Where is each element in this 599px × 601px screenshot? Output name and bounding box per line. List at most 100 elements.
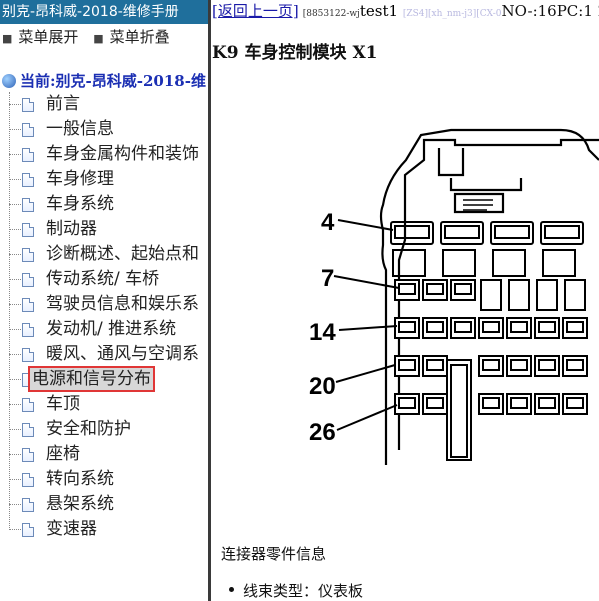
manual-title: 别克-昂科威-2018-维修手册 [0, 0, 208, 24]
tree-branch [9, 429, 21, 430]
toc-item[interactable]: 电源和信号分布 [0, 366, 208, 392]
toc-item-label: 转向系统 [46, 469, 114, 489]
top-row-terminals [390, 221, 584, 245]
toc-item-label: 车身修理 [46, 169, 114, 189]
toc-item[interactable]: 传动系统/ 车桥 [0, 267, 208, 292]
tree-branch [9, 529, 21, 530]
toc-item-label: 安全和防护 [46, 419, 131, 439]
toc-item[interactable]: 座椅 [0, 442, 208, 467]
document-icon [22, 523, 34, 537]
document-icon [22, 123, 34, 137]
document-icon [22, 398, 34, 412]
toc-item-label: 传动系统/ 车桥 [46, 269, 160, 289]
tree-branch [9, 279, 21, 280]
tree-branch [9, 204, 21, 205]
document-icon [22, 473, 34, 487]
toc-item[interactable]: 车顶 [0, 392, 208, 417]
content-header: [返回上一页] [8853122-wjtest1 [ZS4][xh_nm-j3][… [211, 0, 599, 22]
tree-branch [9, 329, 21, 330]
toc-items: 前言 一般信息 车身金属构件和装饰 车身修理车身系统制动器 诊断概述、起始点和 传动系统/… [0, 92, 208, 542]
toc-item-label: 车顶 [46, 394, 80, 414]
pin-leader-lines [333, 219, 400, 431]
toc-item[interactable]: 车身系统 [0, 192, 208, 217]
document-icon [22, 448, 34, 462]
tree-branch [9, 154, 21, 155]
document-icon [22, 348, 34, 362]
keying-marks [463, 199, 493, 211]
collapse-square-icon: ■ [93, 32, 104, 45]
toc-item-label: 悬架系统 [46, 494, 114, 514]
toc-item-label: 发动机/ 推进系统 [46, 319, 177, 339]
toc-item[interactable]: 暖风、通风与空调系 [0, 342, 208, 367]
toc-item[interactable]: 转向系统 [0, 467, 208, 492]
terminal-cavity [480, 279, 502, 311]
connector-info-title: 连接器零件信息 [221, 545, 327, 563]
document-icon [22, 273, 34, 287]
terminal-cavity [536, 279, 558, 311]
toc-item[interactable]: 制动器 [0, 217, 208, 242]
toc-item[interactable]: 悬架系统 [0, 492, 208, 517]
tree-branch [9, 504, 21, 505]
document-icon [22, 198, 34, 212]
toc-item-label: 电源和信号分布 [28, 366, 155, 392]
expand-square-icon: ■ [2, 32, 13, 45]
tree-branch [9, 479, 21, 480]
pin-label-26: 26 [309, 419, 336, 446]
content-pane: [返回上一页] [8853122-wjtest1 [ZS4][xh_nm-j3][… [211, 0, 599, 601]
doc-code: [8853122-wj [302, 9, 360, 19]
terminal-cavity [508, 279, 530, 311]
document-icon [22, 98, 34, 112]
back-link[interactable]: [返回上一页] [212, 2, 299, 20]
pin-label-14: 14 [309, 319, 336, 346]
toc-item[interactable]: 前言 [0, 92, 208, 117]
toc-item[interactable]: 变速器 [0, 517, 208, 542]
toc-item-label: 暖风、通风与空调系 [46, 344, 199, 364]
menu-controls: ■ 菜单展开 ■ 菜单折叠 [0, 24, 208, 50]
pin-label-4: 4 [321, 209, 335, 236]
toc-item[interactable]: 一般信息 [0, 117, 208, 142]
page-title: K9 车身控制模块 X1 [212, 43, 378, 63]
document-icon [22, 248, 34, 262]
toc-tree: 当前:别克-昂科威-2018-维 前言 一般信息 车身金属构件和装饰 车身修理车身系统… [0, 70, 208, 542]
document-icon [22, 423, 34, 437]
pin-number-labels: 4 7 14 20 26 [309, 209, 336, 446]
toc-item[interactable]: 发动机/ 推进系统 [0, 317, 208, 342]
tree-branch [9, 254, 21, 255]
menu-expand-button[interactable]: 菜单展开 [18, 28, 78, 46]
document-icon [22, 498, 34, 512]
toc-item-label: 座椅 [46, 444, 80, 464]
toc-item-label: 车身系统 [46, 194, 114, 214]
connector-diagram: 4 7 14 20 26 [309, 128, 599, 465]
tree-branch [9, 404, 21, 405]
tree-branch [9, 354, 21, 355]
pin-label-7: 7 [321, 265, 334, 292]
current-node-label: 当前:别克-昂科威-2018-维 [20, 72, 206, 90]
toc-item-label: 车身金属构件和装饰 [46, 144, 199, 164]
document-icon [22, 148, 34, 162]
terminal-cavity [564, 279, 586, 311]
doc-number: NO-:16PC:1 2016 [501, 2, 599, 20]
harness-type-item: 线束类型：仪表板 [228, 582, 364, 600]
toc-item[interactable]: 诊断概述、起始点和 [0, 242, 208, 267]
toc-item[interactable]: 车身金属构件和装饰 [0, 142, 208, 167]
tree-branch [9, 454, 21, 455]
toc-item[interactable]: 驾驶员信息和娱乐系 [0, 292, 208, 317]
toc-item-label: 诊断概述、起始点和 [46, 244, 199, 264]
document-icon [22, 223, 34, 237]
pin-label-20: 20 [309, 373, 336, 400]
tree-branch [9, 379, 21, 380]
current-node[interactable]: 当前:别克-昂科威-2018-维 [0, 70, 208, 92]
tree-branch [9, 104, 21, 105]
grid-terminals [394, 279, 588, 415]
tree-branch [9, 129, 21, 130]
tree-branch [9, 179, 21, 180]
menu-collapse-button[interactable]: 菜单折叠 [110, 28, 170, 46]
user-name: test1 [359, 2, 399, 20]
tree-branch [9, 304, 21, 305]
toc-item[interactable]: 车身修理 [0, 167, 208, 192]
document-icon [22, 173, 34, 187]
toc-item[interactable]: 安全和防护 [0, 417, 208, 442]
toc-item-label: 变速器 [46, 519, 97, 539]
globe-icon [2, 74, 16, 88]
faded-tag: [ZS4][xh_nm-j3][CX-0 [402, 9, 502, 19]
